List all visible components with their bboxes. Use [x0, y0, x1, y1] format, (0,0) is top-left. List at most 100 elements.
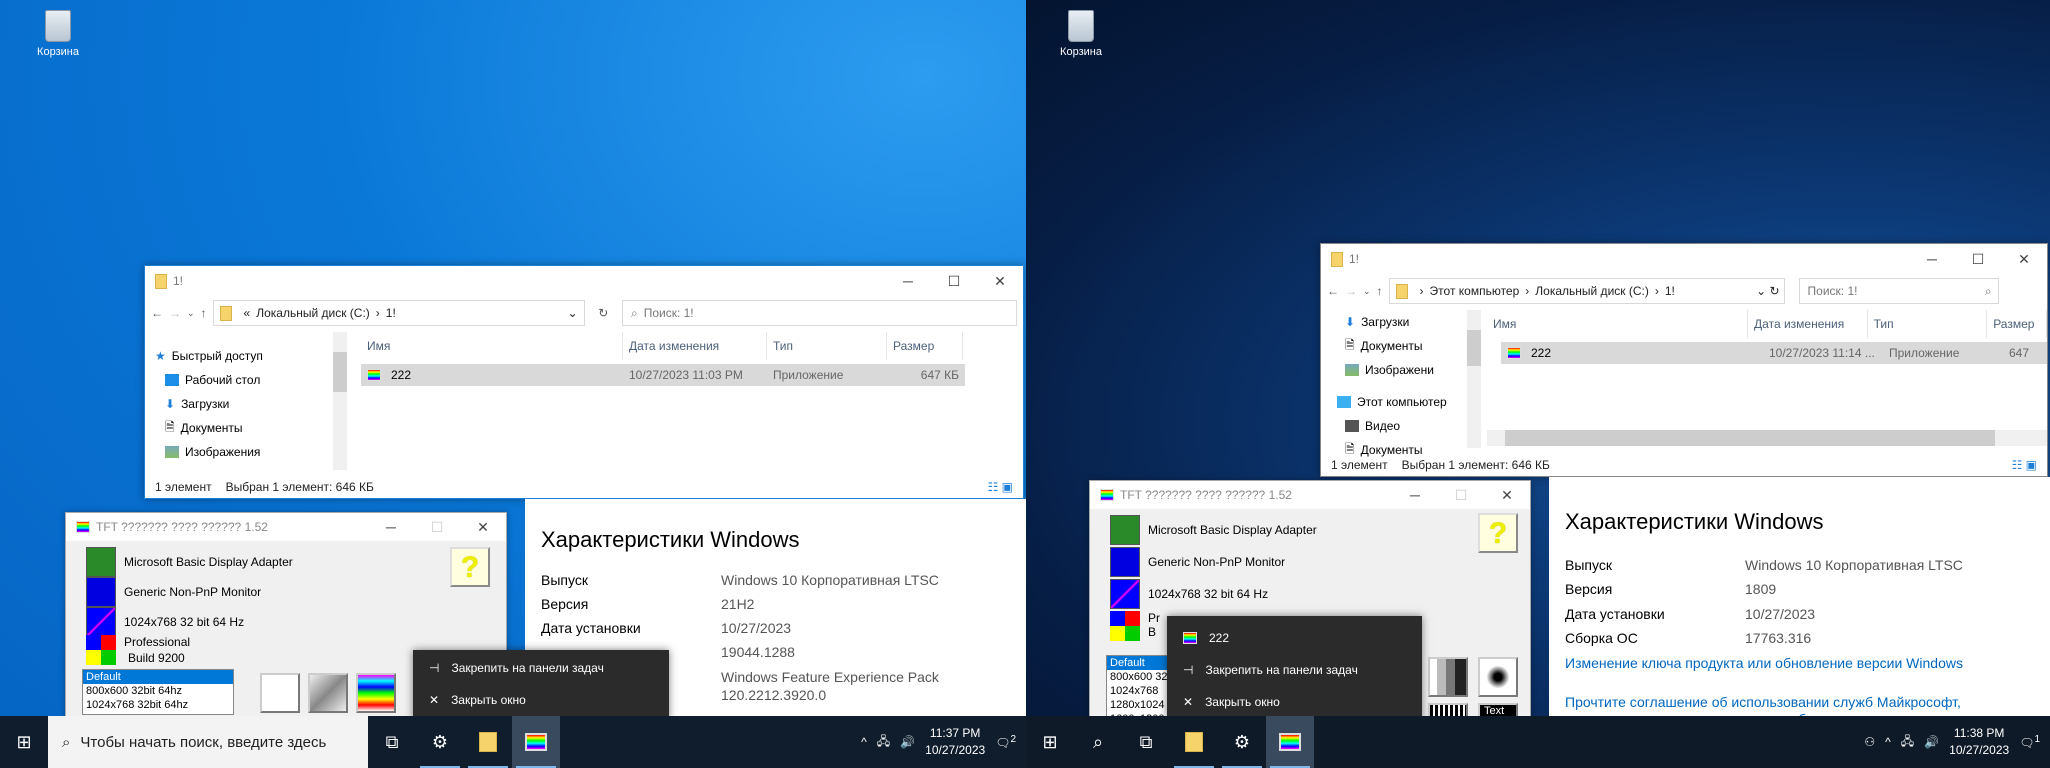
column-size[interactable]: Размер [887, 332, 963, 360]
folder-icon [1395, 283, 1408, 299]
horizontal-scrollbar[interactable] [1487, 430, 2047, 446]
nav-documents[interactable]: 🗎 Документы [1321, 334, 1481, 358]
network-icon[interactable]: 🖧 [877, 732, 890, 753]
up-button[interactable]: ↑ [1377, 284, 1383, 298]
jump-list-app-item[interactable]: 222 [1167, 622, 1422, 654]
close-icon: ✕ [429, 693, 440, 707]
chevron-up-icon[interactable]: ^ [1885, 735, 1891, 749]
close-button[interactable]: ✕ [2001, 251, 2047, 268]
explorer-taskbar-button[interactable] [1170, 716, 1218, 768]
maximize-button[interactable]: ☐ [1955, 251, 2001, 268]
settings-taskbar-button[interactable]: ⚙ [416, 716, 464, 768]
mode-list[interactable]: Default 800x600 32bit 64hz 1024x768 32bit … [82, 669, 234, 715]
help-button[interactable]: ? [1478, 513, 1518, 553]
clock[interactable]: 11:38 PM 10/27/2023 [1949, 725, 2009, 759]
address-dropdown-icon[interactable]: ⌄ ↻ [1756, 284, 1783, 298]
network-icon[interactable]: 🖧 [1901, 732, 1914, 753]
taskbar-search[interactable]: ⌕ Чтобы начать поиск, введите здесь [48, 716, 368, 768]
settings-taskbar-button[interactable]: ⚙ [1218, 716, 1266, 768]
close-button[interactable]: ✕ [1484, 487, 1530, 504]
close-window-item[interactable]: ✕ Закрыть окно [413, 684, 669, 716]
notification-icon[interactable]: 🗨1 [2019, 734, 2040, 750]
nav-pictures[interactable]: Изображения [145, 440, 347, 464]
column-name[interactable]: Имя [361, 332, 623, 360]
breadcrumb-folder[interactable]: 1! [386, 306, 396, 320]
explorer-taskbar-button[interactable] [464, 716, 512, 768]
task-view-button[interactable]: ⧉ [1122, 716, 1170, 768]
address-dropdown-icon[interactable]: ⌄ [567, 306, 583, 320]
column-type[interactable]: Тип [767, 332, 887, 360]
maximize-button[interactable]: ☐ [414, 519, 460, 536]
nav-documents[interactable]: 🗎 Документы [145, 416, 347, 440]
color-bars-test-button[interactable] [356, 673, 396, 713]
column-date[interactable]: Дата изменения [623, 332, 767, 360]
refresh-button[interactable]: ↻ [591, 306, 616, 320]
change-product-key-link[interactable]: Изменение ключа продукта или обновление … [1565, 655, 1963, 671]
breadcrumb-drive[interactable]: Локальный диск (C:) [1535, 284, 1649, 298]
recycle-bin[interactable]: Корзина [23, 10, 93, 58]
search-input[interactable]: Поиск: 1! ⌕ [1798, 278, 1999, 304]
notification-icon[interactable]: 🗨2 [995, 734, 1016, 750]
nav-downloads[interactable]: ⬇ Загрузки [145, 392, 347, 416]
start-button[interactable]: ⊞ [0, 716, 48, 768]
tft-taskbar-button[interactable] [512, 716, 560, 768]
forward-button[interactable]: → [169, 306, 181, 320]
search-button[interactable]: ⌕ [1074, 716, 1122, 768]
column-date[interactable]: Дата изменения [1748, 310, 1868, 338]
column-size[interactable]: Размер [1987, 310, 2047, 338]
nav-scrollbar[interactable] [1467, 310, 1481, 448]
volume-icon[interactable]: 🔊 [1924, 735, 1939, 749]
pin-to-taskbar-item[interactable]: ⊣ Закрепить на панели задач [1167, 654, 1422, 686]
volume-icon[interactable]: 🔊 [900, 735, 915, 749]
address-bar[interactable]: › Этот компьютер › Локальный диск (C:) › 1! ⌄ … [1388, 278, 1785, 304]
address-bar[interactable]: «Локальный диск (C:) › 1! ⌄ [212, 300, 585, 326]
minimize-button[interactable]: ─ [1392, 487, 1438, 504]
gradient-test-button[interactable] [308, 673, 348, 713]
recent-dropdown[interactable]: ⌄ [1363, 286, 1371, 297]
people-icon[interactable]: ⚇ [1864, 735, 1875, 749]
view-toggle-icon[interactable]: ☷ ▣ [2012, 458, 2047, 472]
services-agreement-link[interactable]: Прочтите соглашение об использовании слу… [1565, 694, 1961, 710]
file-row[interactable]: 222 10/27/2023 11:14 ... Приложение 647 [1501, 342, 2047, 364]
up-button[interactable]: ↑ [201, 306, 207, 320]
maximize-button[interactable]: ☐ [1438, 487, 1484, 504]
chevron-up-icon[interactable]: ^ [861, 735, 867, 749]
breadcrumb-drive[interactable]: Локальный диск (C:) [256, 306, 370, 320]
search-input[interactable]: ⌕ Поиск: 1! [621, 300, 1017, 326]
column-type[interactable]: Тип [1868, 310, 1988, 338]
clock[interactable]: 11:37 PM 10/27/2023 [925, 725, 985, 759]
nav-this-pc[interactable]: Этот компьютер [1321, 390, 1481, 414]
minimize-button[interactable]: ─ [1909, 251, 1955, 268]
pin-to-taskbar-item[interactable]: ⊣ Закрепить на панели задач [413, 652, 669, 684]
close-button[interactable]: ✕ [977, 273, 1023, 290]
nav-downloads[interactable]: ⬇ Загрузки [1321, 310, 1481, 334]
close-button[interactable]: ✕ [460, 519, 506, 536]
recycle-bin[interactable]: Корзина [1046, 10, 1116, 58]
start-button[interactable]: ⊞ [1026, 716, 1074, 768]
nav-quick-access[interactable]: ★ Быстрый доступ [145, 344, 347, 368]
circle-test-button[interactable] [1478, 657, 1518, 697]
nav-desktop[interactable]: Рабочий стол [145, 368, 347, 392]
grayscale-test-button[interactable] [1428, 657, 1468, 697]
view-toggle-icon[interactable]: ☷ ▣ [988, 480, 1023, 494]
tft-taskbar-button[interactable] [1266, 716, 1314, 768]
minimize-button[interactable]: ─ [368, 519, 414, 536]
task-view-button[interactable]: ⧉ [368, 716, 416, 768]
column-name[interactable]: Имя [1487, 310, 1749, 338]
help-button[interactable]: ? [450, 547, 490, 587]
recent-dropdown[interactable]: ⌄ [187, 308, 195, 319]
forward-button[interactable]: → [1345, 284, 1357, 298]
file-row[interactable]: 222 10/27/2023 11:03 PM Приложение 647 КБ [361, 364, 965, 386]
close-window-item[interactable]: ✕ Закрыть окно [1167, 686, 1422, 718]
nav-pictures[interactable]: Изображени [1321, 358, 1481, 382]
breadcrumb-folder[interactable]: 1! [1665, 284, 1675, 298]
back-button[interactable]: ← [1327, 284, 1339, 298]
nav-videos[interactable]: Видео [1321, 414, 1481, 438]
maximize-button[interactable]: ☐ [931, 273, 977, 290]
back-button[interactable]: ← [151, 306, 163, 320]
minimize-button[interactable]: ─ [885, 273, 931, 290]
breadcrumb-overflow[interactable]: « [244, 306, 251, 320]
nav-scrollbar[interactable] [333, 332, 347, 470]
white-test-button[interactable] [260, 673, 300, 713]
breadcrumb-computer[interactable]: Этот компьютер [1430, 284, 1520, 298]
